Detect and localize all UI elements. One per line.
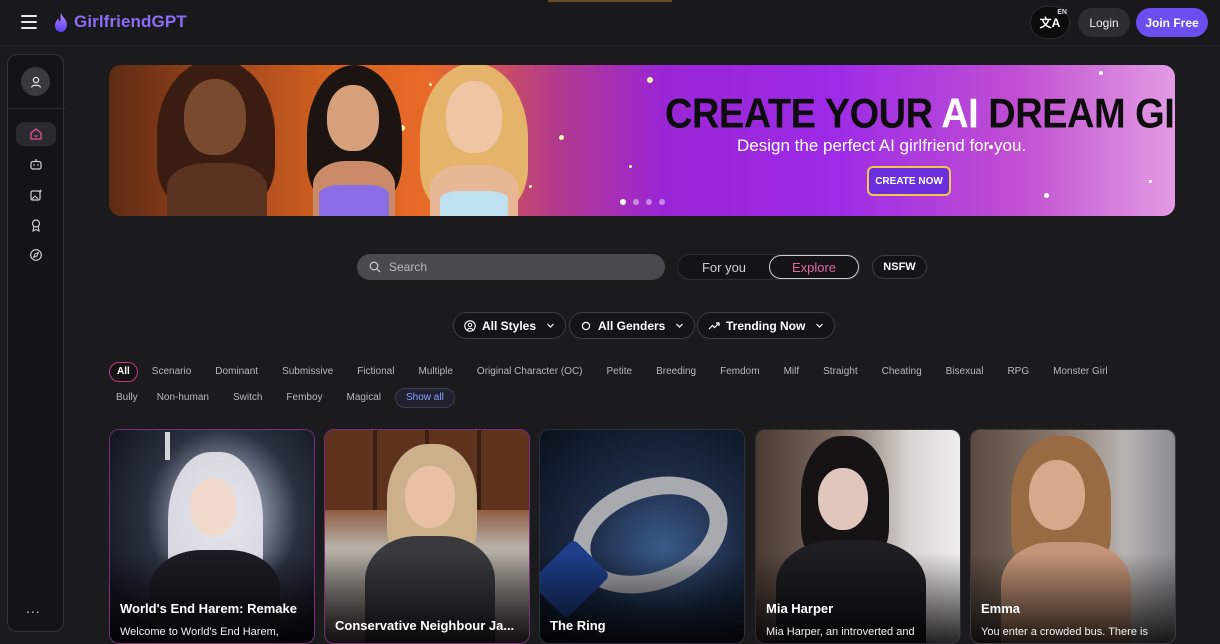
nsfw-toggle[interactable]: NSFW (872, 255, 927, 279)
tag-item[interactable]: Switch (221, 388, 274, 408)
character-card[interactable]: World's End Harem: Remake Welcome to Wor… (109, 429, 315, 644)
chevron-down-icon (816, 323, 824, 328)
feed-toggle: For you Explore (677, 254, 860, 280)
tag-item[interactable]: Bully (109, 388, 145, 408)
card-name: Conservative Neighbour Ja... (335, 618, 515, 633)
tab-for-you[interactable]: For you (678, 255, 770, 279)
circle-icon (581, 321, 591, 330)
sidebar-item-discover[interactable] (16, 243, 56, 267)
logo-text: GirlfriendGPT (74, 12, 187, 31)
sidebar-divider (8, 108, 65, 109)
card-name: World's End Harem: Remake (120, 601, 297, 616)
card-description: Mia Harper, an introverted and (766, 626, 915, 638)
chevron-down-icon (676, 323, 684, 328)
sort-filter-label: Trending Now (726, 318, 806, 333)
search-bar[interactable] (357, 254, 665, 280)
banner-character-2 (299, 65, 409, 216)
sort-filter[interactable]: Trending Now (697, 312, 836, 339)
carousel-dot[interactable] (633, 199, 639, 205)
carousel-dot[interactable] (620, 199, 626, 205)
card-description: You enter a crowded bus. There is (981, 626, 1148, 638)
show-all-tags-button[interactable]: Show all (395, 387, 455, 408)
sidebar-item-home[interactable] (16, 122, 56, 146)
tag-item[interactable]: Breeding (644, 362, 708, 382)
tag-item[interactable]: Multiple (406, 362, 464, 382)
hero-banner[interactable]: CREATE YOUR AI DREAM GIRL Design the per… (109, 65, 1175, 216)
trending-up-icon (708, 321, 720, 329)
top-accent-line (548, 0, 672, 2)
genders-filter-label: All Genders (598, 318, 666, 333)
banner-character-3 (414, 65, 534, 216)
tag-all[interactable]: All (109, 361, 138, 382)
tag-item[interactable]: Non-human (145, 388, 221, 408)
tag-item[interactable]: Femboy (274, 388, 334, 408)
menu-icon[interactable] (21, 15, 37, 29)
tag-item[interactable]: Milf (772, 362, 812, 382)
home-icon (30, 128, 42, 140)
carousel-dots (620, 199, 665, 205)
styles-filter-label: All Styles (482, 318, 537, 333)
character-card[interactable]: The Ring (539, 429, 745, 644)
card-description: Welcome to World's End Harem, (120, 626, 279, 638)
tag-item[interactable]: Monster Girl (1041, 362, 1119, 382)
character-card[interactable]: Emma You enter a crowded bus. There is (970, 429, 1176, 644)
sidebar-item-characters[interactable] (16, 152, 56, 176)
tag-item[interactable]: Submissive (270, 362, 345, 382)
language-button[interactable]: 文A EN (1030, 6, 1070, 39)
character-card[interactable]: Mia Harper Mia Harper, an introverted an… (755, 429, 961, 644)
tag-item[interactable]: RPG (995, 362, 1041, 382)
tab-explore[interactable]: Explore (769, 255, 859, 279)
sidebar-item-rewards[interactable] (16, 213, 56, 237)
tag-item[interactable]: Cheating (870, 362, 934, 382)
carousel-dot[interactable] (659, 199, 665, 205)
top-bar: GirlfriendGPT 文A EN Login Join Free (0, 0, 1220, 46)
award-icon (31, 219, 41, 232)
sidebar-item-generate-image[interactable] (16, 183, 56, 207)
create-now-button[interactable]: CREATE NOW (867, 166, 951, 196)
flame-icon (55, 12, 67, 32)
bot-icon (30, 159, 42, 170)
sidebar: ... (7, 54, 65, 632)
card-name: Mia Harper (766, 601, 834, 616)
tag-item[interactable]: Dominant (203, 362, 270, 382)
tag-list: All Scenario Dominant Submissive Fiction… (109, 361, 1179, 413)
card-name: Emma (981, 601, 1021, 616)
user-circle-icon (464, 319, 476, 332)
banner-character-1 (149, 65, 279, 216)
logo[interactable]: GirlfriendGPT (53, 12, 187, 32)
search-input[interactable] (389, 260, 649, 274)
genders-filter[interactable]: All Genders (569, 312, 696, 339)
tag-row-1: All Scenario Dominant Submissive Fiction… (109, 361, 1179, 382)
banner-subtitle: Design the perfect AI girlfriend for you… (737, 136, 1027, 155)
tag-row-2: Bully Non-human Switch Femboy Magical Sh… (109, 387, 1179, 408)
card-name: The Ring (550, 618, 606, 633)
login-button[interactable]: Login (1078, 8, 1130, 37)
image-generate-icon (30, 189, 43, 201)
tag-item[interactable]: Fictional (345, 362, 406, 382)
tag-item[interactable]: Scenario (140, 362, 203, 382)
character-card[interactable]: Conservative Neighbour Ja... (324, 429, 530, 644)
join-free-button[interactable]: Join Free (1136, 8, 1208, 37)
tag-item[interactable]: Straight (811, 362, 869, 382)
tag-item[interactable]: Bisexual (934, 362, 996, 382)
carousel-dot[interactable] (646, 199, 652, 205)
translate-icon: 文A (1039, 16, 1061, 30)
banner-title: CREATE YOUR AI DREAM GIRL (665, 91, 1175, 138)
user-icon[interactable] (21, 67, 50, 96)
styles-filter[interactable]: All Styles (453, 312, 567, 339)
tag-item[interactable]: Original Character (OC) (465, 362, 595, 382)
compass-icon (30, 249, 42, 261)
tag-item[interactable]: Petite (595, 362, 645, 382)
language-code: EN (1057, 9, 1067, 16)
search-icon (369, 261, 381, 273)
tag-item[interactable]: Femdom (708, 362, 771, 382)
tag-item[interactable]: Magical (335, 388, 393, 408)
more-options-icon[interactable]: ... (26, 600, 41, 616)
chevron-down-icon (547, 323, 554, 328)
